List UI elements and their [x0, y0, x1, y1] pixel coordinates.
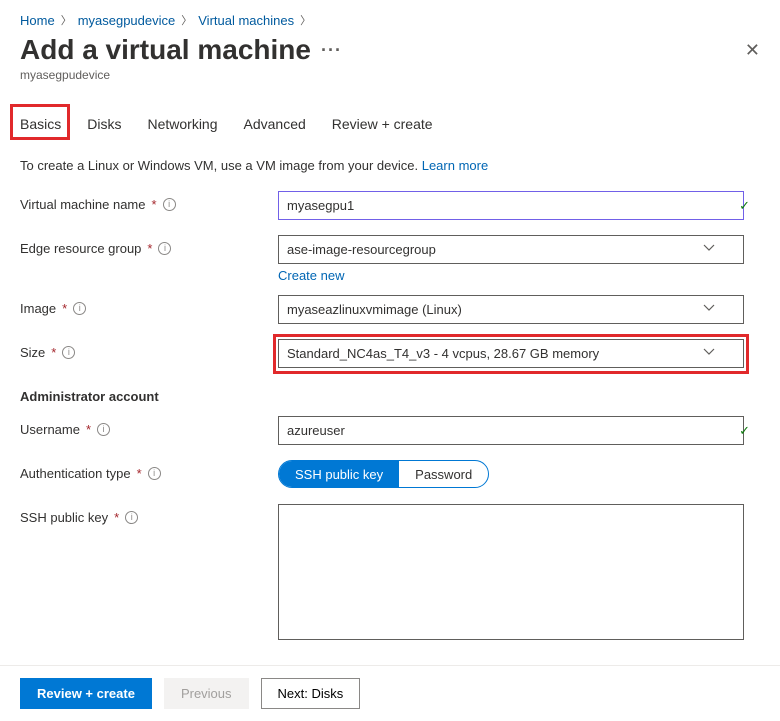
chevron-down-icon: [703, 302, 715, 317]
required-icon: *: [86, 422, 91, 437]
auth-type-label: Authentication type: [20, 466, 131, 481]
erg-label: Edge resource group: [20, 241, 141, 256]
tab-disks[interactable]: Disks: [87, 112, 121, 136]
tab-basics[interactable]: Basics: [20, 112, 61, 136]
image-label: Image: [20, 301, 56, 316]
chevron-right-icon: 〉: [181, 12, 192, 28]
tabs: Basics Disks Networking Advanced Review …: [20, 112, 760, 136]
info-icon[interactable]: i: [148, 467, 161, 480]
info-icon[interactable]: i: [73, 302, 86, 315]
vm-name-label: Virtual machine name: [20, 197, 146, 212]
breadcrumb-vms[interactable]: Virtual machines: [198, 13, 294, 28]
check-icon: ✓: [739, 198, 750, 214]
tab-networking[interactable]: Networking: [147, 112, 217, 136]
learn-more-link[interactable]: Learn more: [422, 158, 488, 173]
page-title: Add a virtual machine ···: [20, 34, 342, 66]
close-icon[interactable]: ✕: [745, 41, 760, 59]
next-button[interactable]: Next: Disks: [261, 678, 361, 709]
required-icon: *: [51, 345, 56, 360]
required-icon: *: [137, 466, 142, 481]
review-create-button[interactable]: Review + create: [20, 678, 152, 709]
page-subtitle: myasegpudevice: [20, 68, 760, 82]
image-select[interactable]: myaseazlinuxvmimage (Linux): [278, 295, 744, 324]
size-select[interactable]: Standard_NC4as_T4_v3 - 4 vcpus, 28.67 GB…: [278, 339, 744, 368]
create-new-link[interactable]: Create new: [278, 268, 344, 283]
info-icon[interactable]: i: [158, 242, 171, 255]
required-icon: *: [114, 510, 119, 525]
check-icon: ✓: [739, 423, 750, 439]
username-input[interactable]: [278, 416, 744, 445]
more-icon[interactable]: ···: [321, 40, 342, 61]
chevron-down-icon: [703, 242, 715, 257]
required-icon: *: [152, 197, 157, 212]
size-label: Size: [20, 345, 45, 360]
info-icon[interactable]: i: [62, 346, 75, 359]
required-icon: *: [147, 241, 152, 256]
chevron-right-icon: 〉: [61, 12, 72, 28]
auth-type-toggle: SSH public key Password: [278, 460, 489, 488]
auth-ssh-option[interactable]: SSH public key: [279, 461, 399, 487]
info-icon[interactable]: i: [125, 511, 138, 524]
erg-select[interactable]: ase-image-resourcegroup: [278, 235, 744, 264]
tab-review[interactable]: Review + create: [332, 112, 433, 136]
info-icon[interactable]: i: [97, 423, 110, 436]
breadcrumb: Home 〉 myasegpudevice 〉 Virtual machines…: [20, 10, 760, 28]
breadcrumb-home[interactable]: Home: [20, 13, 55, 28]
vm-name-input[interactable]: [278, 191, 744, 220]
intro-text: To create a Linux or Windows VM, use a V…: [20, 158, 760, 173]
ssh-key-textarea[interactable]: [278, 504, 744, 640]
footer: Review + create Previous Next: Disks: [0, 665, 780, 721]
chevron-right-icon: 〉: [300, 12, 311, 28]
admin-section-header: Administrator account: [20, 389, 760, 404]
ssh-key-label: SSH public key: [20, 510, 108, 525]
chevron-down-icon: [703, 346, 715, 361]
auth-password-option[interactable]: Password: [399, 461, 488, 487]
tab-advanced[interactable]: Advanced: [244, 112, 306, 136]
breadcrumb-device[interactable]: myasegpudevice: [78, 13, 176, 28]
info-icon[interactable]: i: [163, 198, 176, 211]
required-icon: *: [62, 301, 67, 316]
username-label: Username: [20, 422, 80, 437]
previous-button: Previous: [164, 678, 249, 709]
